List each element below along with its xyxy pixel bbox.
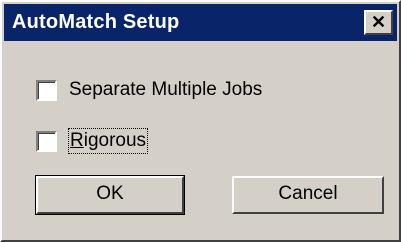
rigorous-label[interactable]: Rigorous <box>67 128 149 154</box>
close-icon: ✕ <box>370 12 387 32</box>
rigorous-label-accelerator: R <box>70 130 84 151</box>
automatch-setup-dialog: AutoMatch Setup ✕ Separate Multiple Jobs… <box>0 0 401 242</box>
title-bar[interactable]: AutoMatch Setup ✕ <box>4 4 397 41</box>
separate-multiple-jobs-label[interactable]: Separate Multiple Jobs <box>69 78 262 102</box>
dialog-title: AutoMatch Setup <box>12 11 180 33</box>
close-button[interactable]: ✕ <box>364 10 393 35</box>
rigorous-checkbox[interactable] <box>36 131 57 152</box>
separate-multiple-jobs-checkbox[interactable] <box>36 80 57 101</box>
rigorous-label-rest: igorous <box>83 130 147 151</box>
ok-button[interactable]: OK <box>35 175 185 215</box>
cancel-button[interactable]: Cancel <box>232 176 384 214</box>
